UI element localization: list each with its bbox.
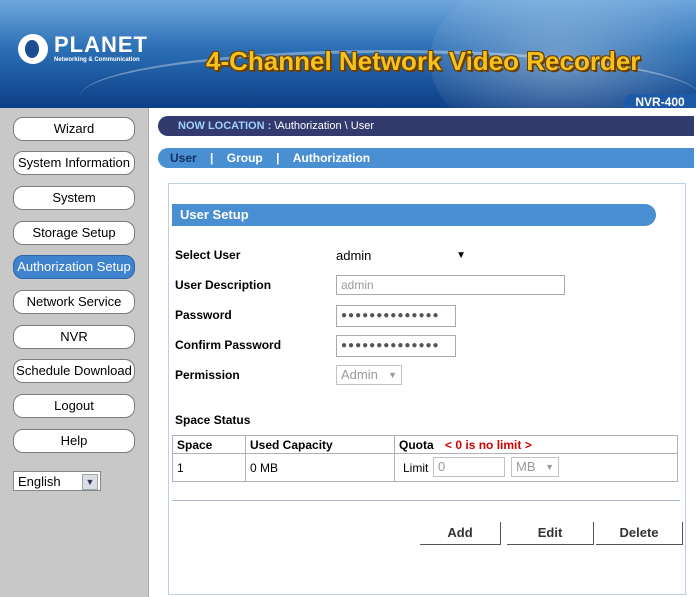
quota-cell: Limit 0 MB ▼: [394, 453, 678, 482]
select-user-label: Select User: [175, 248, 241, 262]
limit-unit-select[interactable]: MB ▼: [511, 457, 559, 477]
permission-label: Permission: [175, 368, 240, 382]
tab-separator: |: [276, 151, 280, 165]
table-row: 1 0 MB Limit 0 MB ▼: [172, 453, 678, 482]
tab-authorization[interactable]: Authorization: [293, 148, 370, 168]
select-user-value: admin: [336, 248, 372, 263]
planet-logo: PLANET Networking & Communication: [18, 34, 148, 64]
space-status-table: Space Used Capacity Quota < 0 is no limi…: [172, 435, 678, 482]
sidebar-item-help[interactable]: Help: [13, 429, 135, 453]
sidebar-item-network-service[interactable]: Network Service: [13, 290, 135, 314]
location-label: NOW LOCATION :: [178, 120, 272, 132]
language-value: English: [18, 474, 61, 489]
logo-brand: PLANET: [54, 32, 148, 57]
permission-select[interactable]: Admin ▼: [336, 365, 402, 385]
caret-down-icon: ▼: [545, 462, 554, 472]
sidebar-item-system[interactable]: System: [13, 186, 135, 210]
permission-value: Admin: [341, 367, 378, 382]
sidebar: Wizard System Information System Storage…: [0, 108, 149, 597]
user-setup-header: User Setup: [172, 204, 656, 226]
tab-group[interactable]: Group: [227, 148, 263, 168]
limit-unit-value: MB: [516, 459, 536, 474]
header-banner: PLANET Networking & Communication 4-Chan…: [0, 0, 696, 108]
location-path: \Authorization \ User: [274, 120, 374, 132]
select-user-dropdown[interactable]: admin ▼: [336, 246, 470, 266]
add-button[interactable]: Add: [420, 522, 501, 545]
table-header-row: Space Used Capacity Quota < 0 is no limi…: [172, 435, 678, 454]
space-cell: 1: [172, 453, 246, 482]
quota-header-label: Quota: [399, 437, 434, 452]
limit-label: Limit: [403, 460, 429, 475]
sidebar-item-nvr[interactable]: NVR: [13, 325, 135, 349]
user-description-label: User Description: [175, 278, 272, 292]
divider: [172, 500, 680, 501]
sidebar-item-logout[interactable]: Logout: [13, 394, 135, 418]
tab-user[interactable]: User: [170, 148, 197, 168]
password-label: Password: [175, 308, 232, 322]
used-capacity-cell: 0 MB: [245, 453, 395, 482]
confirm-password-field[interactable]: ●●●●●●●●●●●●●●: [336, 335, 456, 357]
edit-button[interactable]: Edit: [507, 522, 594, 545]
tab-bar: User | Group | Authorization: [158, 148, 694, 168]
sidebar-item-storage-setup[interactable]: Storage Setup: [13, 221, 135, 245]
caret-down-icon: ▼: [456, 250, 466, 261]
chevron-down-icon[interactable]: ▼: [82, 474, 98, 490]
user-description-field[interactable]: admin: [336, 275, 565, 295]
sidebar-item-wizard[interactable]: Wizard: [13, 117, 135, 141]
sidebar-item-schedule-download[interactable]: Schedule Download: [13, 359, 135, 383]
quota-note: < 0 is no limit >: [445, 437, 532, 452]
logo-tagline: Networking & Communication: [54, 57, 140, 63]
planet-logo-icon: [18, 34, 48, 64]
model-badge: NVR-400: [624, 94, 696, 108]
sidebar-item-system-information[interactable]: System Information: [13, 151, 135, 175]
location-bar: NOW LOCATION : \Authorization \ User: [158, 116, 694, 136]
caret-down-icon: ▼: [388, 370, 397, 380]
column-header-quota: Quota < 0 is no limit >: [394, 435, 678, 454]
tab-separator: |: [210, 151, 214, 165]
language-select[interactable]: English ▼: [13, 471, 101, 491]
confirm-password-label: Confirm Password: [175, 338, 282, 352]
column-header-used-capacity: Used Capacity: [245, 435, 395, 454]
sidebar-item-authorization-setup[interactable]: Authorization Setup: [13, 255, 135, 279]
limit-input[interactable]: 0: [433, 457, 505, 477]
column-header-space: Space: [172, 435, 246, 454]
product-title: 4-Channel Network Video Recorder: [206, 46, 641, 76]
password-field[interactable]: ●●●●●●●●●●●●●●: [336, 305, 456, 327]
delete-button[interactable]: Delete: [596, 522, 683, 545]
user-setup-title: User Setup: [180, 207, 249, 222]
space-status-title: Space Status: [175, 413, 251, 427]
